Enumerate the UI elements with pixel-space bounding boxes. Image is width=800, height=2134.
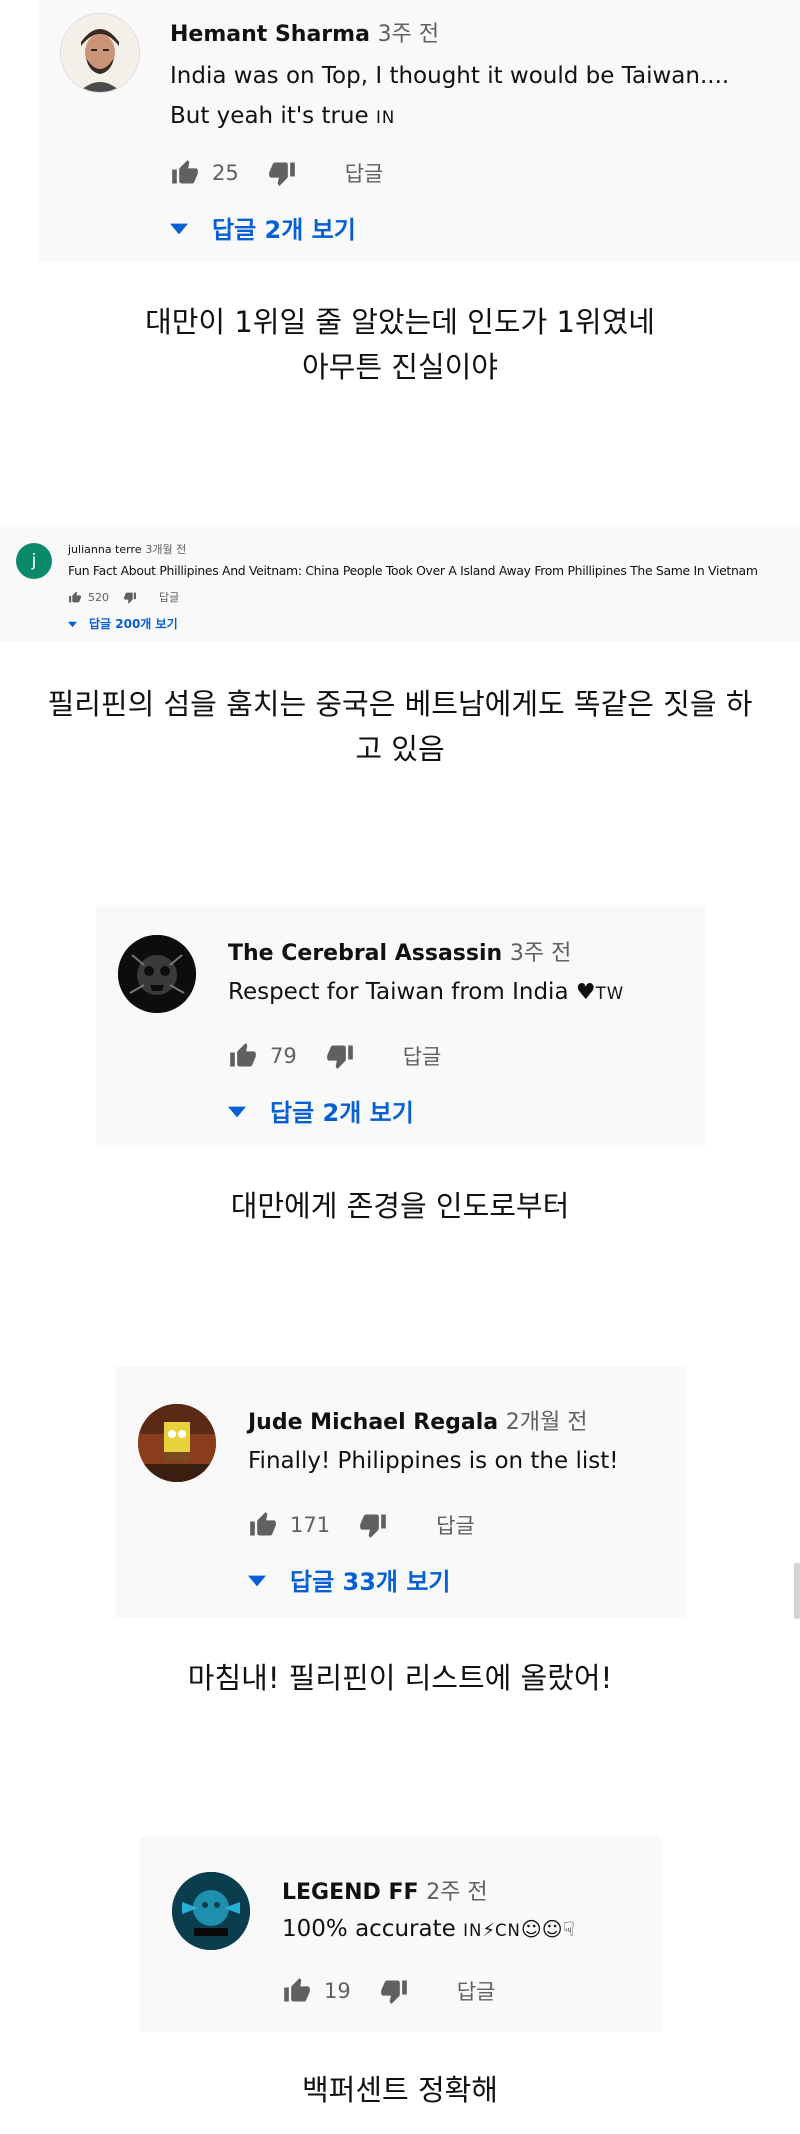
caption-line: 아무튼 진실이야 [302,350,498,384]
caption-line: 필리핀의 섬을 훔치는 중국은 베트남에게도 똑같은 짓을 하 [47,687,753,721]
thumbs-up-icon[interactable] [248,1511,278,1539]
view-replies-button[interactable]: 답글 200개 보기 [68,615,178,632]
comment-card-hemant: Hemant Sharma 3주 전 India was on Top, I t… [38,0,800,262]
avatar[interactable] [118,935,196,1013]
comment-time[interactable]: 3주 전 [378,22,439,47]
like-count: 520 [88,590,109,604]
comment-text: 100% accurate IN⚡CN☺☺☟ [282,1916,575,1942]
comment-text-line: India was on Top, I thought it would be … [170,63,730,89]
comment-text: Respect for Taiwan from India ♥TW [228,979,624,1005]
comment-actions: 520 답글 [68,589,179,605]
flag-cn: CN [494,1921,521,1940]
caret-down-icon [170,214,188,242]
reply-button[interactable]: 답글 [159,589,179,605]
caption-line: 마침내! 필리핀이 리스트에 올랐어! [187,1661,613,1695]
comment-actions: 171 답글 [248,1510,475,1540]
comment-time[interactable]: 3주 전 [510,941,571,966]
like-count: 19 [324,1979,351,2003]
scrollbar-thumb[interactable] [794,1563,800,1619]
caret-down-icon [228,1097,246,1125]
comment-text: Finally! Philippines is on the list! [248,1448,619,1474]
avatar[interactable] [60,13,140,93]
view-replies-label[interactable]: 답글 200개 보기 [89,615,178,632]
flag-tw: TW [595,984,625,1003]
thumbs-up-icon[interactable] [170,159,200,187]
comment-actions: 19 답글 [282,1976,495,2006]
comment-author[interactable]: Jude Michael Regala 2개월 전 [248,1404,588,1436]
caption-line: 대만이 1위일 줄 알았는데 인도가 1위였네 [145,305,655,339]
caption-line: 고 있음 [355,732,445,766]
comment-author[interactable]: julianna terre 3개월 전 [68,541,186,557]
thumbs-up-icon[interactable] [282,1977,312,2005]
thumbs-up-icon[interactable] [68,591,82,604]
avatar[interactable]: j [16,543,52,579]
translation-caption: 필리핀의 섬을 훔치는 중국은 베트남에게도 똑같은 짓을 하 고 있음 [0,682,800,772]
view-replies-label[interactable]: 답글 2개 보기 [270,1093,414,1128]
reply-button[interactable]: 답글 [403,1041,442,1071]
comment-actions: 79 답글 [228,1041,441,1071]
thumbs-down-icon[interactable] [123,591,137,604]
comment-card-legend: LEGEND FF 2주 전 100% accurate IN⚡CN☺☺☟ 19… [140,1836,662,2032]
view-replies-button[interactable]: 답글 2개 보기 [170,210,356,245]
lightning-icon: ⚡ [482,1920,495,1941]
author-name[interactable]: The Cerebral Assassin [228,941,502,966]
comment-time[interactable]: 2개월 전 [506,1410,588,1435]
reply-button[interactable]: 답글 [436,1510,475,1540]
author-name[interactable]: Jude Michael Regala [248,1410,498,1435]
comment-text-line: Respect for Taiwan from India [228,979,569,1005]
like-count: 25 [212,161,239,185]
thumbs-down-icon[interactable] [267,159,297,187]
comment-actions: 25 답글 [170,158,383,188]
comment-text-line: But yeah it's true [170,103,369,129]
avatar-letter: j [31,551,37,571]
comment-author[interactable]: The Cerebral Assassin 3주 전 [228,935,571,967]
translation-caption: 대만에게 존경을 인도로부터 [0,1184,800,1229]
reply-button[interactable]: 답글 [345,158,384,188]
reply-button[interactable]: 답글 [457,1976,496,2006]
translation-caption: 백퍼센트 정확해 [0,2068,800,2113]
comment-time[interactable]: 2주 전 [426,1880,487,1905]
comment-time[interactable]: 3개월 전 [145,543,186,556]
laughing-emoji-icon: ☺☺ [520,1917,563,1941]
flag-in: IN [375,108,396,127]
thumbs-up-icon[interactable] [228,1042,258,1070]
comment-card-julianna: j julianna terre 3개월 전 Fun Fact About Ph… [0,527,800,642]
thumbs-down-icon[interactable] [379,1977,409,2005]
translation-caption: 마침내! 필리핀이 리스트에 올랐어! [0,1656,800,1701]
caret-down-icon [248,1566,266,1594]
thumbs-down-icon[interactable] [325,1042,355,1070]
view-replies-label[interactable]: 답글 2개 보기 [212,210,356,245]
heart-icon: ♥ [575,980,596,1005]
comment-text: India was on Top, I thought it would be … [170,56,729,138]
comment-author[interactable]: LEGEND FF 2주 전 [282,1874,488,1906]
view-replies-button[interactable]: 답글 33개 보기 [248,1562,451,1597]
pointing-hand-icon: ☟ [562,1917,575,1941]
author-name[interactable]: LEGEND FF [282,1880,419,1905]
comment-author[interactable]: Hemant Sharma 3주 전 [170,16,439,48]
like-count: 171 [290,1513,331,1537]
comment-card-jude: Jude Michael Regala 2개월 전 Finally! Phili… [116,1366,686,1618]
caret-down-icon [68,617,77,631]
flag-in: IN [463,1921,483,1940]
comment-text-line: 100% accurate [282,1916,456,1942]
avatar[interactable] [172,1872,250,1950]
caption-line: 대만에게 존경을 인도로부터 [230,1189,570,1223]
comment-text: Fun Fact About Phillipines And Veitnam: … [68,563,758,578]
translation-caption: 대만이 1위일 줄 알았는데 인도가 1위였네 아무튼 진실이야 [0,300,800,390]
author-name[interactable]: Hemant Sharma [170,22,370,47]
like-count: 79 [270,1044,297,1068]
comment-card-cerebral: The Cerebral Assassin 3주 전 Respect for T… [96,905,706,1147]
thumbs-down-icon[interactable] [358,1511,388,1539]
author-name[interactable]: julianna terre [68,543,142,556]
view-replies-label[interactable]: 답글 33개 보기 [290,1562,451,1597]
view-replies-button[interactable]: 답글 2개 보기 [228,1093,414,1128]
avatar[interactable] [138,1404,216,1482]
caption-line: 백퍼센트 정확해 [302,2073,498,2107]
